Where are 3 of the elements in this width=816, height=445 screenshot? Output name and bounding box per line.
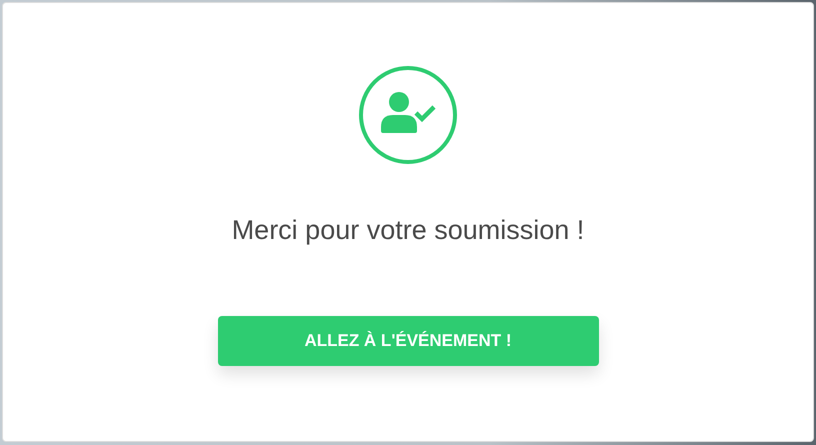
confirmation-message: Merci pour votre soumission ! [232,215,584,246]
user-check-icon [358,65,458,165]
go-to-event-button[interactable]: ALLEZ À L'ÉVÉNEMENT ! [218,316,598,366]
